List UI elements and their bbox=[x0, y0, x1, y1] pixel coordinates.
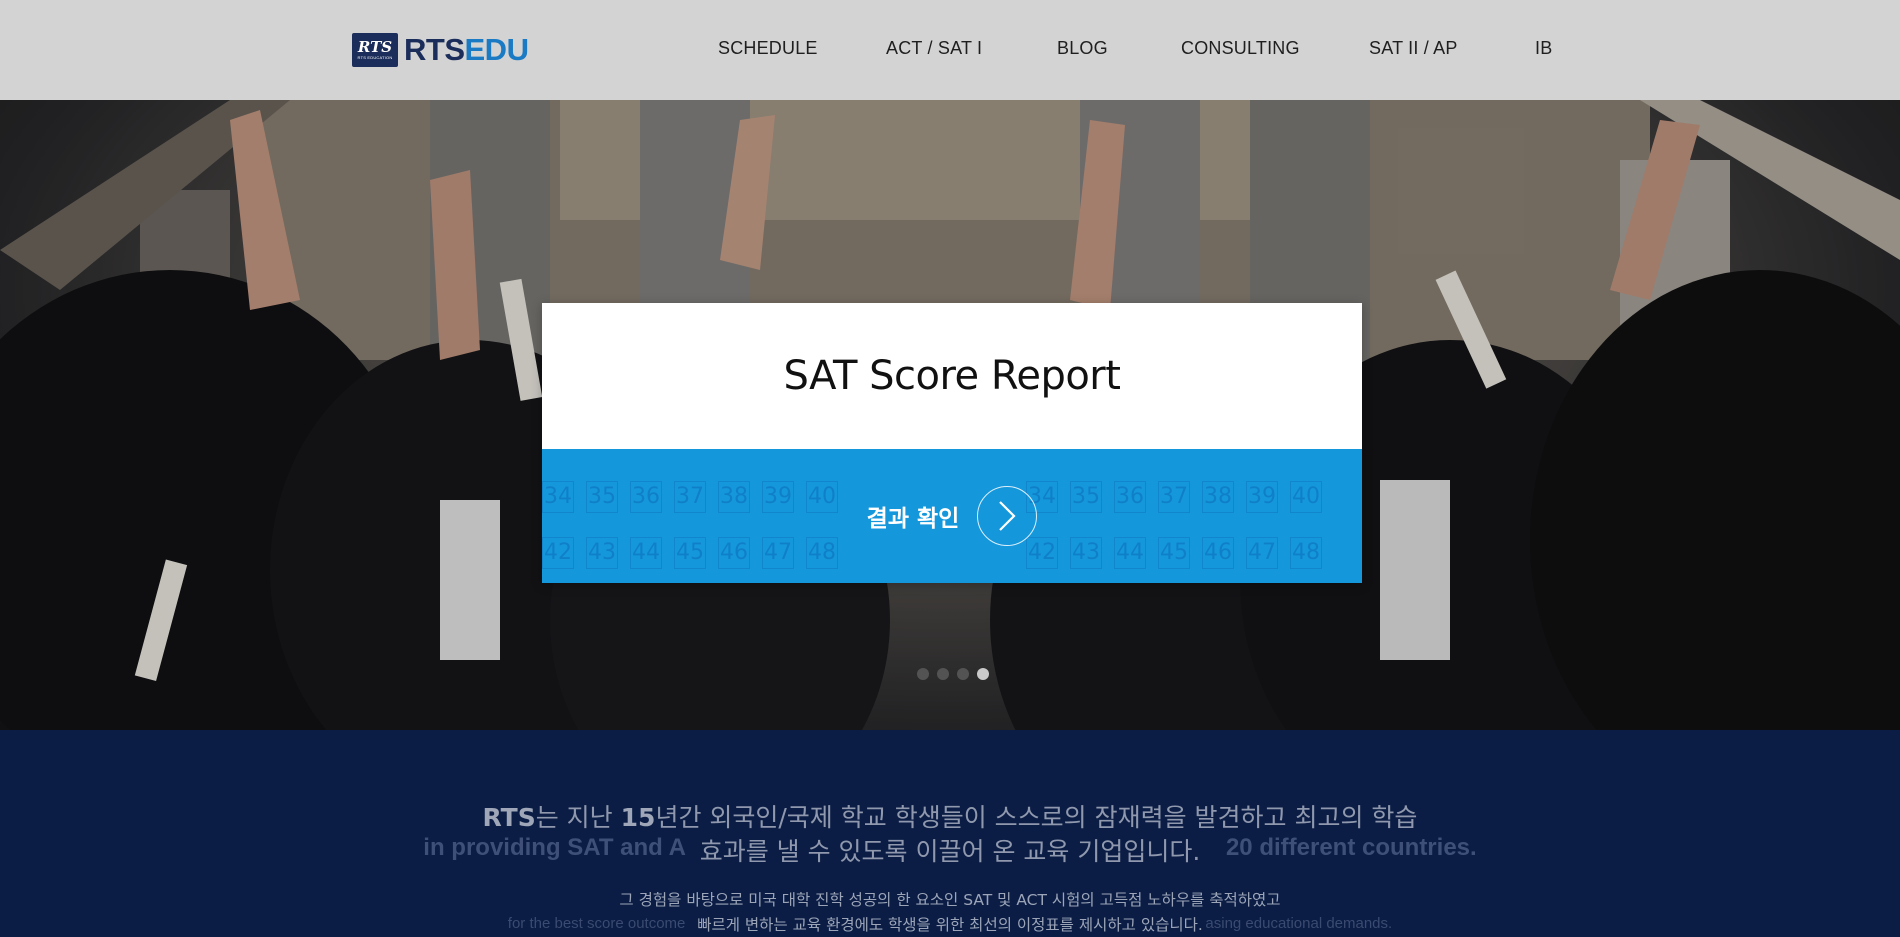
slide-dot-2[interactable] bbox=[937, 668, 949, 680]
intro-body-line-2: 빠르게 변하는 교육 환경에도 학생을 위한 최선의 이정표를 제시하고 있습니… bbox=[697, 916, 1203, 934]
intro-section: in providing SAT and A 20 different count… bbox=[0, 730, 1900, 937]
intro-years: 15 bbox=[620, 803, 656, 832]
nav-schedule[interactable]: SCHEDULE bbox=[718, 38, 818, 59]
slide-dot-4[interactable] bbox=[977, 668, 989, 680]
card-cta-area: 34 35 36 37 38 39 40 34 35 36 37 38 39 4… bbox=[542, 449, 1362, 583]
card-header: SAT Score Report bbox=[542, 303, 1362, 449]
intro-headline-line-2: 효과를 낼 수 있도록 이끌어 온 교육 기업입니다. bbox=[699, 837, 1201, 866]
check-results-label: 결과 확인 bbox=[866, 506, 960, 532]
nav-consulting[interactable]: CONSULTING bbox=[1181, 38, 1300, 59]
nav-ib[interactable]: IB bbox=[1535, 38, 1552, 59]
intro-line1-b: 년간 외국인/국제 학교 학생들이 스스로의 잠재력을 발견하고 최고의 학습 bbox=[655, 803, 1418, 832]
nav-act-sat-i[interactable]: ACT / SAT I bbox=[886, 38, 982, 59]
score-report-card: SAT Score Report 34 35 36 37 38 39 40 34… bbox=[542, 303, 1362, 583]
check-results-button[interactable]: 결과 확인 bbox=[542, 449, 1362, 583]
slide-dot-3[interactable] bbox=[957, 668, 969, 680]
nav-sat-ii-ap[interactable]: SAT II / AP bbox=[1369, 38, 1458, 59]
hero-slider: SAT Score Report 34 35 36 37 38 39 40 34… bbox=[0, 100, 1900, 730]
site-header: RTS RTS EDUCATION RTSEDU SCHEDULE ACT / … bbox=[0, 0, 1900, 100]
intro-body-line-1: 그 경험을 바탕으로 미국 대학 진학 성공의 한 요소인 SAT 및 ACT … bbox=[619, 891, 1281, 909]
intro-brand: RTS bbox=[482, 803, 536, 832]
intro-headline-line-1: RTS는 지난 15년간 외국인/국제 학교 학생들이 스스로의 잠재력을 발견… bbox=[0, 798, 1900, 834]
slide-dot-1[interactable] bbox=[917, 668, 929, 680]
nav-blog[interactable]: BLOG bbox=[1057, 38, 1108, 59]
intro-line1-a: 는 지난 bbox=[535, 803, 621, 832]
slider-pagination bbox=[917, 668, 989, 680]
main-nav: SCHEDULE ACT / SAT I BLOG CONSULTING SAT… bbox=[0, 0, 1900, 100]
chevron-right-icon bbox=[977, 486, 1038, 546]
card-title: SAT Score Report bbox=[783, 353, 1121, 399]
